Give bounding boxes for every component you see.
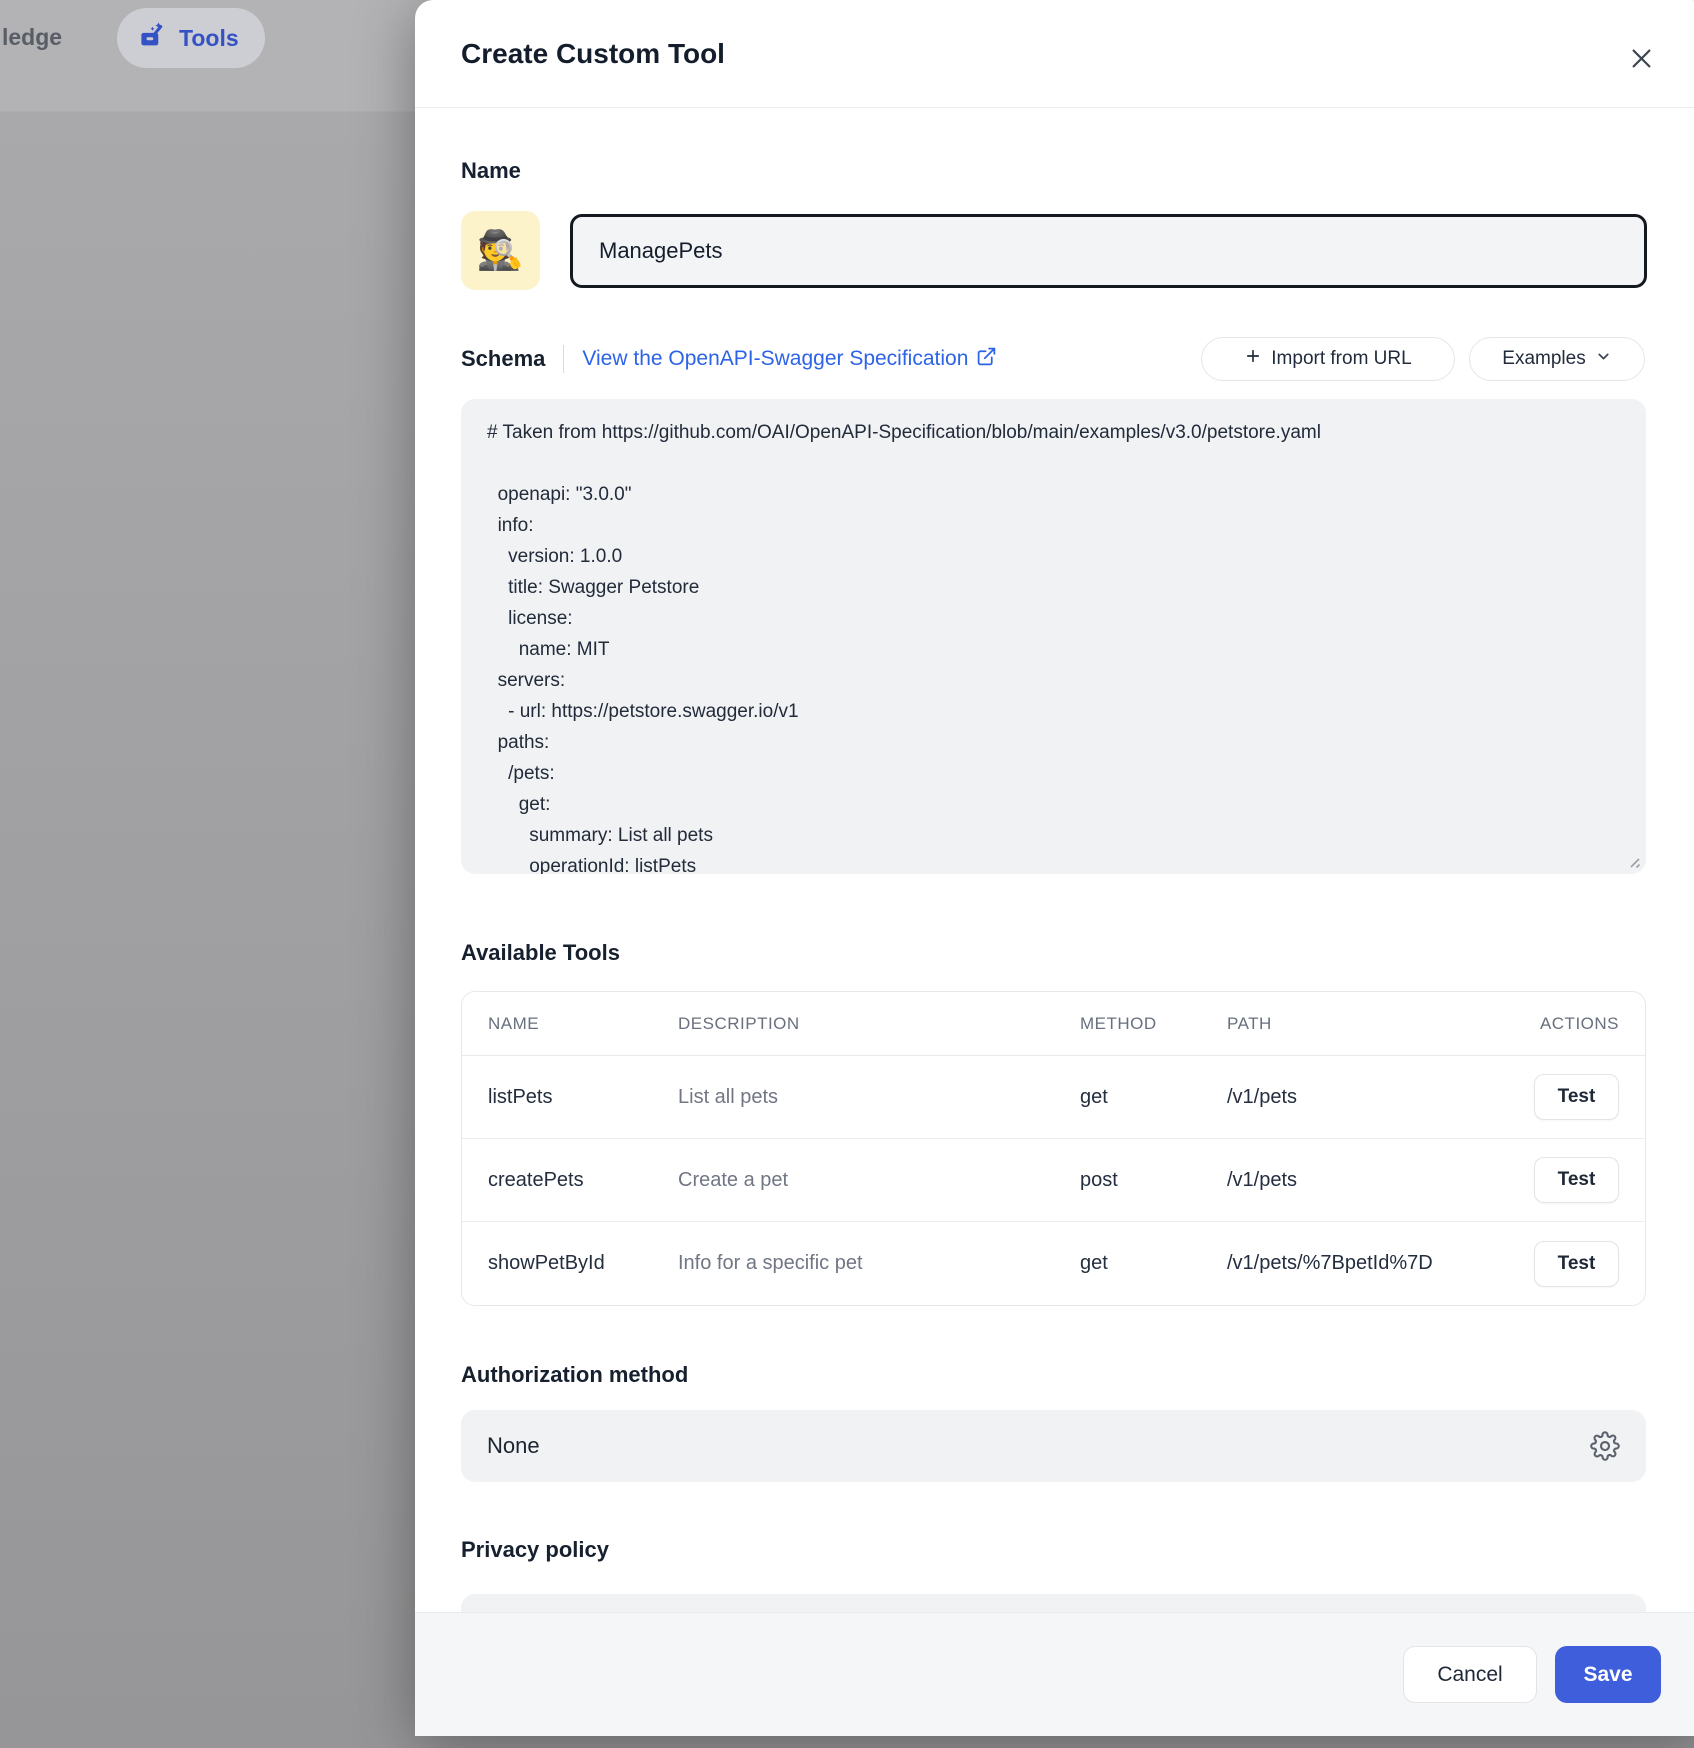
create-custom-tool-modal: Create Custom Tool Name 🕵️ Schema View t… — [415, 0, 1694, 1736]
avatar-emoji-button[interactable]: 🕵️ — [461, 211, 540, 290]
tool-name: listPets — [488, 1086, 678, 1109]
tool-path: /v1/pets — [1227, 1169, 1499, 1192]
modal-title: Create Custom Tool — [461, 38, 725, 70]
tool-path: /v1/pets/%7BpetId%7D — [1227, 1252, 1499, 1275]
name-label: Name — [461, 158, 521, 184]
schema-label: Schema — [461, 346, 545, 372]
tool-method: get — [1080, 1252, 1227, 1275]
import-from-url-label: Import from URL — [1271, 348, 1411, 370]
tab-tools[interactable]: Tools — [117, 8, 265, 68]
tab-tools-label: Tools — [179, 25, 239, 52]
tool-method: post — [1080, 1169, 1227, 1192]
tool-name: showPetById — [488, 1252, 678, 1275]
tool-description: Info for a specific pet — [678, 1252, 1080, 1275]
openapi-spec-link[interactable]: View the OpenAPI-Swagger Specification — [582, 346, 997, 373]
available-tools-table: NAME DESCRIPTION METHOD PATH ACTIONS lis… — [461, 991, 1646, 1306]
screen: ledge Tools Create Custom Tool — [0, 0, 1694, 1748]
toolbox-icon — [137, 21, 167, 56]
external-link-icon — [976, 346, 997, 373]
tool-description: Create a pet — [678, 1169, 1080, 1192]
available-tools-heading: Available Tools — [461, 940, 620, 966]
examples-label: Examples — [1502, 348, 1585, 370]
divider — [563, 345, 564, 373]
modal-header: Create Custom Tool — [415, 0, 1694, 108]
table-row: showPetById Info for a specific pet get … — [462, 1222, 1645, 1305]
column-header-name: NAME — [488, 1014, 678, 1034]
gear-icon[interactable] — [1590, 1431, 1620, 1461]
resize-handle[interactable] — [1626, 854, 1641, 874]
test-button[interactable]: Test — [1534, 1157, 1619, 1203]
authorization-method-field[interactable]: None — [461, 1410, 1646, 1482]
table-header-row: NAME DESCRIPTION METHOD PATH ACTIONS — [462, 992, 1645, 1056]
import-from-url-button[interactable]: Import from URL — [1201, 337, 1455, 381]
authorization-method-heading: Authorization method — [461, 1362, 688, 1388]
schema-row: Schema View the OpenAPI-Swagger Specific… — [461, 337, 997, 381]
tool-method: get — [1080, 1086, 1227, 1109]
tool-description: List all pets — [678, 1086, 1080, 1109]
plus-icon — [1244, 347, 1262, 371]
column-header-method: METHOD — [1080, 1014, 1227, 1034]
column-header-description: DESCRIPTION — [678, 1014, 1080, 1034]
table-row: listPets List all pets get /v1/pets Test — [462, 1056, 1645, 1139]
column-header-path: PATH — [1227, 1014, 1499, 1034]
test-button[interactable]: Test — [1534, 1241, 1619, 1287]
authorization-method-value: None — [487, 1433, 1590, 1459]
tool-path: /v1/pets — [1227, 1086, 1499, 1109]
column-header-actions: ACTIONS — [1499, 1014, 1619, 1034]
close-icon[interactable] — [1623, 40, 1659, 76]
table-row: createPets Create a pet post /v1/pets Te… — [462, 1139, 1645, 1222]
cancel-button[interactable]: Cancel — [1403, 1646, 1537, 1703]
tool-name: createPets — [488, 1169, 678, 1192]
modal-footer: Cancel Save — [415, 1612, 1694, 1736]
tab-knowledge-partial[interactable]: ledge — [2, 24, 62, 51]
openapi-spec-link-label: View the OpenAPI-Swagger Specification — [582, 347, 968, 371]
chevron-down-icon — [1595, 348, 1612, 371]
privacy-policy-field-partial[interactable] — [461, 1594, 1646, 1612]
examples-dropdown-button[interactable]: Examples — [1469, 337, 1645, 381]
schema-textarea[interactable]: # Taken from https://github.com/OAI/Open… — [461, 399, 1646, 874]
privacy-policy-heading: Privacy policy — [461, 1537, 609, 1563]
save-button[interactable]: Save — [1555, 1646, 1661, 1703]
name-input[interactable] — [570, 214, 1647, 288]
test-button[interactable]: Test — [1534, 1074, 1619, 1120]
